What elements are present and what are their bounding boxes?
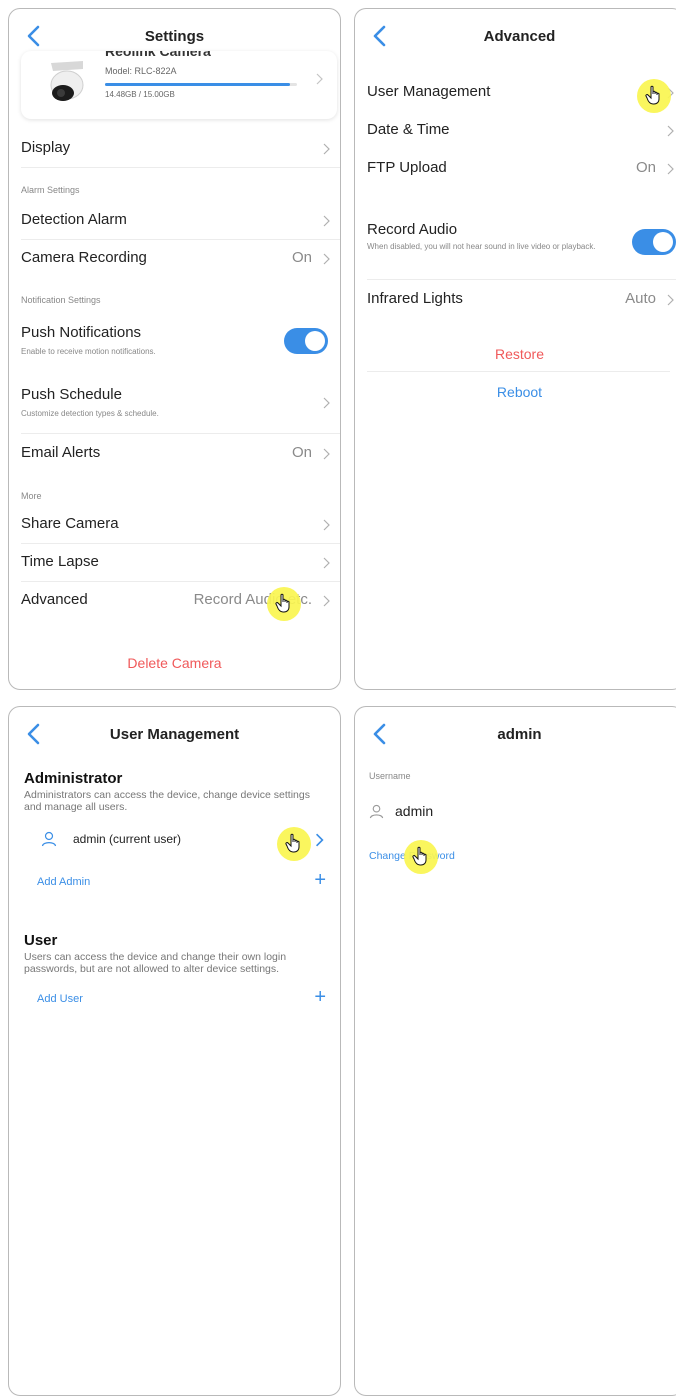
email-alerts-label: Email Alerts — [21, 444, 101, 461]
hand-pointer-icon — [645, 85, 660, 105]
time-lapse-row[interactable]: Time Lapse — [21, 543, 340, 582]
user-management-row[interactable]: User Management — [367, 73, 676, 111]
infrared-lights-label: Infrared Lights — [367, 290, 463, 307]
chevron-right-icon — [667, 294, 674, 306]
chevron-right-icon — [323, 448, 330, 460]
divider — [367, 371, 670, 372]
plus-icon[interactable]: + — [314, 869, 326, 892]
add-admin-button[interactable]: Add Admin — [37, 876, 90, 888]
email-alerts-value: On — [291, 444, 312, 461]
record-audio-toggle[interactable] — [632, 229, 676, 255]
username-value: admin — [395, 803, 434, 819]
ftp-upload-value: On — [635, 159, 656, 176]
push-notifications-sub: Enable to receive motion notifications. — [21, 347, 156, 356]
storage-bar — [105, 83, 297, 86]
push-schedule-row[interactable]: Push Schedule Customize detection types … — [21, 377, 340, 434]
camera-image — [50, 61, 84, 101]
admin-nav-bar: admin — [355, 707, 676, 761]
record-audio-row: Record Audio When disabled, you will not… — [367, 213, 676, 280]
device-card[interactable]: Reolink Camera Model: RLC-822A 14.48GB /… — [21, 51, 337, 119]
share-camera-label: Share Camera — [21, 515, 119, 532]
username-field: admin — [369, 801, 676, 825]
user-description: Users can access the device and change t… — [24, 951, 287, 975]
record-audio-label: Record Audio — [367, 221, 458, 238]
advanced-label: Advanced — [21, 591, 88, 608]
tap-indicator — [637, 79, 671, 113]
user-icon — [41, 831, 57, 847]
user-heading: User — [24, 932, 58, 949]
infrared-lights-value: Auto — [625, 290, 656, 307]
chevron-right-icon — [323, 557, 330, 569]
record-audio-sub: When disabled, you will not hear sound i… — [367, 242, 596, 251]
chevron-right-icon — [323, 143, 330, 155]
chevron-right-icon — [316, 73, 323, 85]
device-model: Model: RLC-822A — [105, 66, 177, 76]
tap-indicator — [277, 827, 311, 861]
display-label: Display — [21, 139, 71, 156]
restore-button[interactable]: Restore — [355, 346, 676, 362]
push-schedule-label: Push Schedule — [21, 386, 122, 403]
page-title: admin — [497, 726, 542, 743]
admin-user-label: admin (current user) — [73, 832, 182, 846]
date-time-label: Date & Time — [367, 121, 450, 138]
share-camera-row[interactable]: Share Camera — [21, 505, 340, 544]
camera-recording-label: Camera Recording — [21, 249, 147, 266]
more-section: More — [21, 491, 42, 501]
alarm-settings-section: Alarm Settings — [21, 185, 80, 195]
ftp-upload-label: FTP Upload — [367, 159, 447, 176]
push-notifications-row: Push Notifications Enable to receive mot… — [21, 315, 340, 367]
push-notifications-toggle[interactable] — [284, 328, 328, 354]
push-notifications-label: Push Notifications — [21, 324, 142, 341]
email-alerts-row[interactable]: Email Alerts On — [21, 433, 340, 473]
administrator-heading: Administrator — [24, 770, 123, 787]
user-management-label: User Management — [367, 83, 491, 100]
display-row[interactable]: Display — [21, 129, 340, 168]
camera-recording-value: On — [291, 249, 312, 266]
device-storage: 14.48GB / 15.00GB — [105, 90, 175, 99]
user-management-nav-bar: User Management — [9, 707, 340, 761]
detection-alarm-label: Detection Alarm — [21, 211, 127, 228]
tap-indicator — [404, 840, 438, 874]
ftp-upload-row[interactable]: FTP Upload On — [367, 149, 676, 187]
add-user-button[interactable]: Add User — [37, 993, 83, 1005]
admin-detail-screen: admin Username admin Change Password — [354, 706, 676, 1396]
chevron-right-icon — [667, 125, 674, 137]
tap-indicator — [267, 587, 301, 621]
camera-recording-row[interactable]: Camera Recording On — [21, 239, 340, 277]
settings-screen: Settings Reolink Camera Model: RLC-822A … — [8, 8, 341, 690]
reboot-button[interactable]: Reboot — [355, 384, 676, 400]
administrator-description: Administrators can access the device, ch… — [24, 789, 310, 813]
hand-pointer-icon — [412, 846, 427, 866]
user-management-screen: User Management Administrator Administra… — [8, 706, 341, 1396]
advanced-screen: Advanced User Management Date & Time FTP… — [354, 8, 676, 690]
page-title: User Management — [109, 726, 240, 743]
infrared-lights-row[interactable]: Infrared Lights Auto — [367, 279, 676, 319]
chevron-right-icon — [323, 397, 330, 409]
device-name: Reolink Camera — [105, 51, 211, 59]
hand-pointer-icon — [285, 833, 300, 853]
chevron-right-icon — [315, 833, 324, 847]
user-icon — [369, 804, 384, 819]
delete-camera-button[interactable]: Delete Camera — [9, 655, 340, 671]
detection-alarm-row[interactable]: Detection Alarm — [21, 201, 340, 240]
storage-bar-fill — [105, 83, 291, 86]
page-title: Settings — [144, 28, 205, 45]
notification-settings-section: Notification Settings — [21, 295, 101, 305]
chevron-right-icon — [667, 163, 674, 175]
push-schedule-sub: Customize detection types & schedule. — [21, 409, 159, 418]
page-title: Advanced — [483, 28, 556, 45]
plus-icon[interactable]: + — [314, 986, 326, 1009]
date-time-row[interactable]: Date & Time — [367, 111, 676, 149]
chevron-right-icon — [323, 595, 330, 607]
hand-pointer-icon — [275, 593, 290, 613]
username-label: Username — [369, 771, 411, 781]
chevron-right-icon — [323, 215, 330, 227]
advanced-nav-bar: Advanced — [355, 9, 676, 63]
time-lapse-label: Time Lapse — [21, 553, 99, 570]
chevron-right-icon — [323, 519, 330, 531]
chevron-right-icon — [323, 253, 330, 265]
